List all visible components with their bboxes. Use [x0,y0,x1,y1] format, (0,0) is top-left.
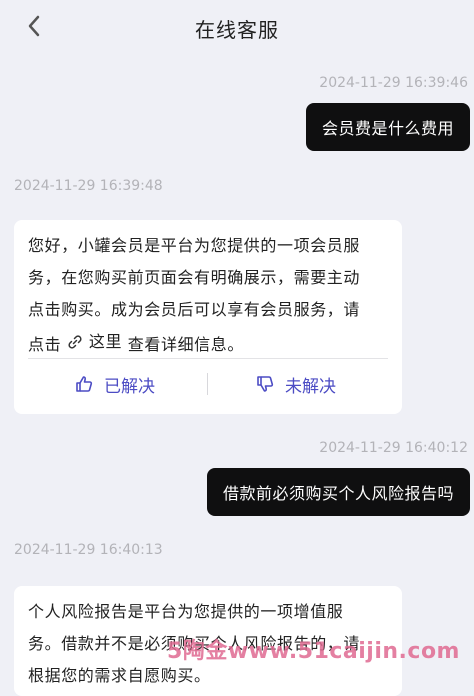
message-timestamp: 2024-11-29 16:39:48 [14,178,163,194]
details-link[interactable]: 这里 [67,326,122,358]
thumbs-up-icon [76,376,93,392]
thumbs-down-icon [257,376,274,392]
details-link-label: 这里 [88,332,123,351]
user-message-bubble: 借款前必须购买个人风险报告吗 [206,468,470,516]
message-text-prefix: 点击 [28,335,62,354]
message-timestamp: 2024-11-29 16:39:46 [319,75,468,91]
message-timestamp: 2024-11-29 16:40:13 [14,542,163,558]
card-divider [28,358,388,359]
unresolved-label: 未解决 [285,376,336,397]
page-title: 在线客服 [195,18,279,42]
message-line: 点击 这里 查看详细信息。 [28,326,388,361]
link-icon [68,335,82,349]
watermark: 5陶金www.51caijin.com [167,639,460,664]
resolved-label: 已解决 [104,376,155,397]
message-timestamp: 2024-11-29 16:40:12 [319,440,468,456]
message-line: 个人风险报告是平台为您提供的一项增值服 [28,602,344,621]
message-line: 务，在您购买前页面会有明确展示，需要主动 [28,268,361,287]
message-line: 点击购买。成为会员后可以享有会员服务，请 [28,300,361,319]
user-message-bubble: 会员费是什么费用 [305,103,470,151]
unresolved-button[interactable]: 未解决 [255,372,336,397]
agent-message-card: 您好，小罐会员是平台为您提供的一项会员服 务，在您购买前页面会有明确展示，需要主… [14,220,402,414]
agent-message-text: 您好，小罐会员是平台为您提供的一项会员服 务，在您购买前页面会有明确展示，需要主… [14,220,402,361]
resolved-button[interactable]: 已解决 [74,372,155,397]
message-line: 您好，小罐会员是平台为您提供的一项会员服 [28,236,361,255]
message-text-suffix: 查看详细信息。 [122,335,244,354]
feedback-separator [207,373,208,395]
header: 在线客服 [0,0,474,56]
